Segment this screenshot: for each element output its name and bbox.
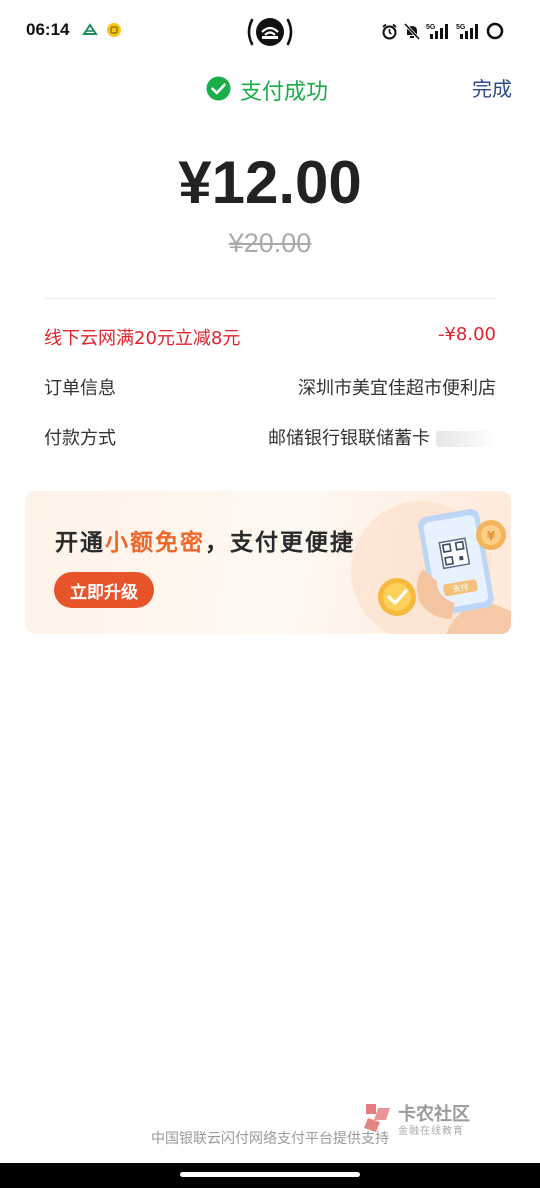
carrier-icon xyxy=(82,22,98,42)
promo-title: 开通小额免密，支付更便捷 xyxy=(55,523,355,557)
payment-method-label: 付款方式 xyxy=(44,428,116,449)
masked-card-number xyxy=(436,431,496,447)
status-left-icons xyxy=(82,22,122,42)
discount-value: -¥8.00 xyxy=(437,324,496,345)
system-nav-bar xyxy=(0,1163,540,1188)
status-time: 06:14 xyxy=(26,20,70,39)
hotspot-icon xyxy=(244,14,296,50)
svg-text:5G: 5G xyxy=(456,24,466,31)
home-gesture-handle[interactable] xyxy=(180,1172,360,1177)
watermark-subtitle: 金融在线教育 xyxy=(398,1126,464,1137)
watermark-logo-icon xyxy=(362,1100,394,1138)
merchant-name: 深圳市美宜佳超市便利店 xyxy=(298,378,496,399)
status-right-icons: 5G 5G xyxy=(381,22,504,44)
payment-method-value-wrap: 邮储银行银联储蓄卡 xyxy=(268,424,496,450)
phone-payment-illustration: 支付 ¥ xyxy=(351,491,511,634)
header: 支付成功 完成 xyxy=(0,64,540,114)
order-info-row[interactable]: 订单信息 深圳市美宜佳超市便利店 xyxy=(44,374,496,404)
check-circle-icon xyxy=(206,76,231,105)
svg-text:5G: 5G xyxy=(426,24,436,31)
promo-title-prefix: 开通 xyxy=(55,530,105,556)
watermark: 卡农社区 金融在线教育 xyxy=(362,1098,482,1138)
promo-title-highlight: 小额免密 xyxy=(105,530,205,556)
payment-method-value: 邮储银行银联储蓄卡 xyxy=(268,428,430,449)
coin-app-icon xyxy=(106,22,122,42)
svg-text:¥: ¥ xyxy=(487,529,496,543)
payment-status: 支付成功 xyxy=(206,74,328,106)
paid-amount: ¥12.00 xyxy=(178,149,362,216)
upgrade-button[interactable]: 立即升级 xyxy=(54,572,154,608)
mute-icon xyxy=(403,22,421,44)
discount-row: 线下云网满20元立减8元 -¥8.00 xyxy=(44,324,496,354)
done-button[interactable]: 完成 xyxy=(472,73,512,102)
payment-method-row[interactable]: 付款方式 邮储银行银联储蓄卡 xyxy=(44,424,496,454)
signal-5g-icon: 5G xyxy=(426,22,450,44)
status-bar: 06:14 5G 5G xyxy=(0,0,540,64)
order-info-label: 订单信息 xyxy=(44,378,116,399)
discount-label: 线下云网满20元立减8元 xyxy=(44,328,241,349)
signal-5g-icon: 5G xyxy=(456,22,480,44)
promo-title-suffix: ，支付更便捷 xyxy=(205,530,355,556)
promo-banner[interactable]: 开通小额免密，支付更便捷 立即升级 支付 ¥ xyxy=(25,491,511,634)
divider xyxy=(44,298,496,299)
original-amount: ¥20.00 xyxy=(228,228,312,258)
alarm-icon xyxy=(381,23,398,44)
payment-status-text: 支付成功 xyxy=(240,80,329,105)
battery-ring-icon xyxy=(486,22,504,44)
